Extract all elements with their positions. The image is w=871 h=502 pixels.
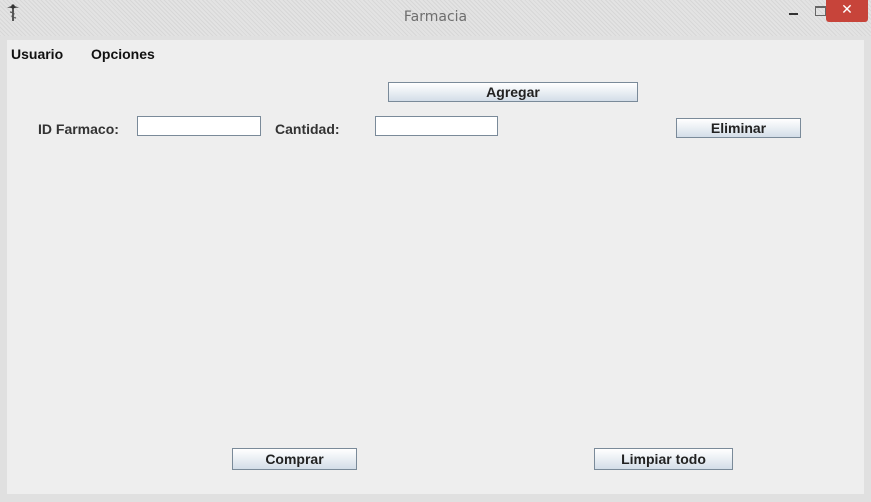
close-button[interactable]: ✕ <box>826 0 868 22</box>
menu-opciones[interactable]: Opciones <box>91 46 155 62</box>
eliminar-button[interactable]: Eliminar <box>676 118 801 138</box>
agregar-button[interactable]: Agregar <box>388 82 638 102</box>
app-window: Farmacia ✕ Usuario Opciones Agregar ID F… <box>0 0 871 502</box>
minimize-button[interactable] <box>780 0 807 22</box>
menu-bar: Usuario Opciones <box>7 40 864 66</box>
main-panel: Agregar ID Farmaco: Cantidad: Eliminar C… <box>7 66 864 494</box>
window-title: Farmacia <box>403 9 468 25</box>
cantidad-field[interactable] <box>375 116 498 136</box>
id-farmaco-label: ID Farmaco: <box>38 121 119 137</box>
id-farmaco-field[interactable] <box>137 116 261 136</box>
menu-usuario[interactable]: Usuario <box>11 46 63 62</box>
title-bar[interactable]: Farmacia ✕ <box>0 0 871 36</box>
cantidad-label: Cantidad: <box>275 121 340 137</box>
comprar-button[interactable]: Comprar <box>232 448 357 470</box>
limpiar-todo-button[interactable]: Limpiar todo <box>594 448 733 470</box>
